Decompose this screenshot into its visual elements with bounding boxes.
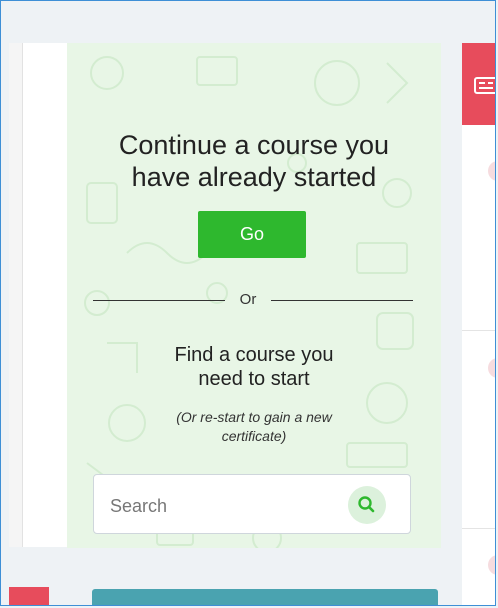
or-divider: Or [93, 290, 413, 310]
divider-line-left [93, 300, 225, 301]
restart-note: (Or re-start to gain a new certificate) [67, 408, 441, 446]
restart-note-line1: (Or re-start to gain a new [176, 409, 332, 425]
or-label: Or [239, 291, 257, 308]
continue-heading-line1: Continue a course you [118, 130, 390, 160]
left-card-edge [9, 43, 23, 547]
news-item-avatar [488, 161, 495, 181]
news-item-avatar [488, 555, 495, 575]
find-heading-line2: need to start [198, 368, 310, 390]
course-search-box [93, 474, 411, 534]
bottom-teal-button[interactable] [92, 589, 438, 605]
search-icon [358, 496, 375, 513]
find-heading-line1: Find a course you [174, 344, 334, 366]
restart-note-line2: certificate) [221, 428, 287, 444]
find-course-heading: Find a course you need to start [67, 343, 441, 391]
newspaper-icon [474, 77, 495, 94]
app-frame: Continue a course you have already start… [0, 0, 496, 606]
bottom-red-tile[interactable] [9, 587, 49, 605]
news-panel-header[interactable] [462, 43, 495, 125]
search-input[interactable] [108, 492, 342, 520]
right-news-panel [462, 43, 495, 605]
continue-heading-line2: have already started [131, 162, 377, 192]
news-item-separator [462, 528, 495, 529]
left-course-card [9, 43, 69, 547]
divider-line-right [271, 300, 413, 301]
continue-course-card: Continue a course you have already start… [67, 43, 441, 548]
go-button[interactable]: Go [198, 211, 306, 258]
news-item-separator [462, 330, 495, 331]
news-item-avatar [488, 358, 495, 378]
continue-course-heading: Continue a course you have already start… [67, 129, 441, 193]
search-button[interactable] [348, 486, 386, 524]
